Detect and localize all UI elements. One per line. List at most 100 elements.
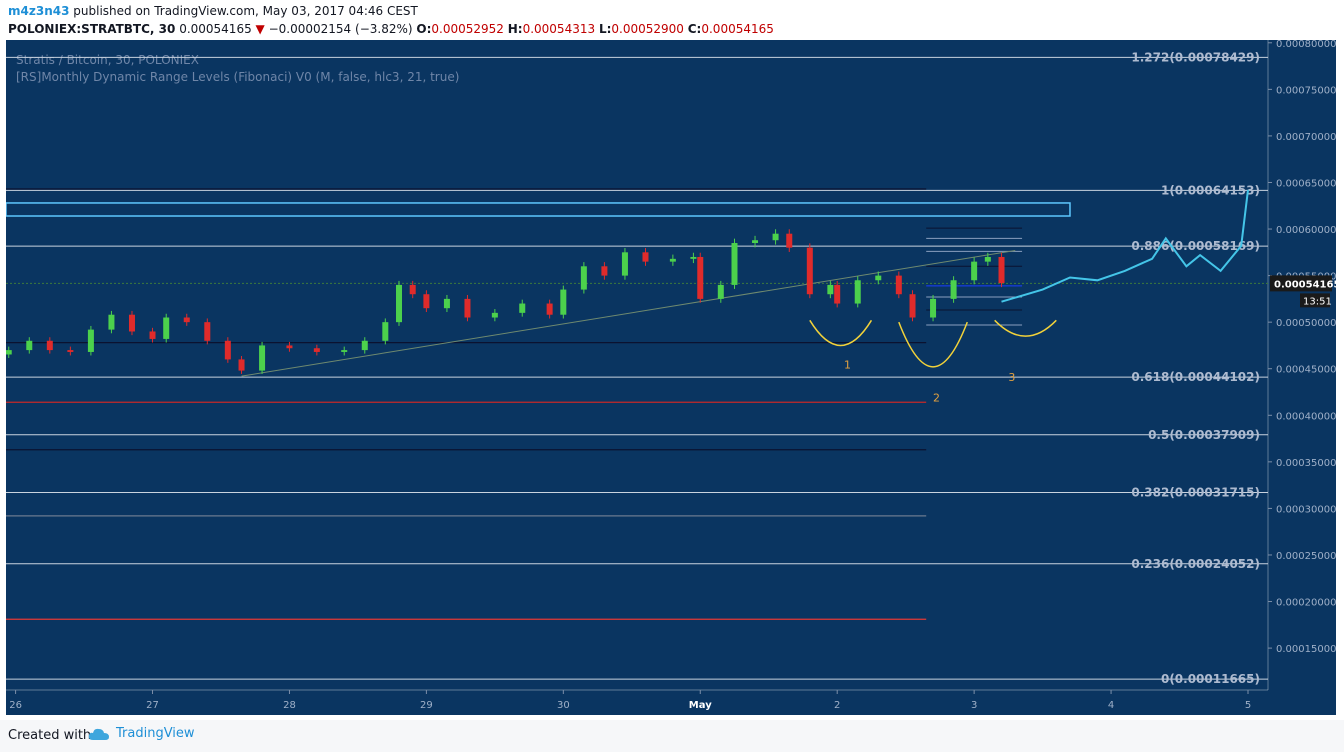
- candle-body: [930, 298, 937, 318]
- candle-body: [464, 298, 471, 318]
- candle-body: [259, 345, 266, 371]
- fib-level-label: 1.272(0.00078429): [1131, 50, 1260, 64]
- price-tick-label: 0.00070000: [1276, 132, 1336, 143]
- time-tick-label: 28: [283, 700, 296, 711]
- candle-body: [971, 261, 978, 281]
- candle-body: [443, 298, 450, 309]
- candle-body: [5, 350, 12, 355]
- time-tick-label: 4: [1108, 700, 1114, 711]
- pattern-annotation: 2: [933, 391, 940, 404]
- candle-body: [396, 284, 403, 323]
- open-value: 0.00052952: [431, 22, 504, 36]
- candle-body: [772, 233, 779, 241]
- candle-body: [224, 340, 231, 360]
- time-tick-label: 2: [834, 700, 840, 711]
- price-tick-label: 0.00025000: [1276, 551, 1336, 562]
- candle-body: [286, 345, 293, 349]
- candle-body: [642, 252, 649, 262]
- time-tick-label: May: [689, 700, 712, 711]
- chart-header: m4z3n43 published on TradingView.com, Ma…: [0, 0, 1344, 40]
- tradingview-brand[interactable]: TradingView: [88, 726, 195, 741]
- price-tick-label: 0.00015000: [1276, 644, 1336, 655]
- candle-body: [621, 252, 628, 276]
- price-tick-label: 0.00075000: [1276, 85, 1336, 96]
- time-tick-label: 29: [420, 700, 433, 711]
- candle-body: [519, 303, 526, 313]
- time-tick-label: 3: [971, 700, 977, 711]
- candle-body: [238, 359, 245, 371]
- price-chart[interactable]: Stratis / Bitcoin, 30, POLONIEX [RS]Mont…: [5, 39, 1340, 715]
- candle-body: [423, 294, 430, 309]
- low-value: 0.00052900: [611, 22, 684, 36]
- candle-body: [149, 331, 156, 339]
- price-tick-label: 0.00065000: [1276, 178, 1336, 189]
- price-tick-label: 0.00035000: [1276, 458, 1336, 469]
- price-tick-label: 0.00045000: [1276, 365, 1336, 376]
- candle-body: [341, 350, 348, 352]
- candle-body: [491, 312, 498, 318]
- chart-area[interactable]: Stratis / Bitcoin, 30, POLONIEX [RS]Mont…: [5, 39, 1340, 715]
- candle-body: [895, 275, 902, 295]
- candle-body: [46, 340, 53, 351]
- low-label: L:: [598, 22, 612, 36]
- candle-body: [806, 247, 813, 295]
- last-price: 0.00054165: [179, 22, 252, 36]
- price-tick-label: 0.00030000: [1276, 504, 1336, 515]
- fib-level-label: 0.382(0.00031715): [1131, 485, 1260, 499]
- high-value: 0.00054313: [522, 22, 596, 36]
- created-with-label: Created with: [8, 728, 92, 743]
- down-arrow-icon: ▼: [255, 22, 265, 36]
- fib-level-label: 0.5(0.00037909): [1148, 428, 1260, 442]
- publish-info: published on TradingView.com, May 03, 20…: [73, 4, 418, 18]
- candle-body: [998, 256, 1005, 284]
- candle-body: [560, 289, 567, 315]
- candle-body: [67, 350, 74, 352]
- candle-body: [409, 284, 416, 295]
- candle-body: [834, 284, 841, 304]
- candle-body: [786, 233, 793, 248]
- candle-body: [690, 256, 697, 259]
- candle-body: [875, 275, 882, 281]
- open-label: O:: [416, 22, 432, 36]
- candle-body: [183, 317, 190, 323]
- price-tick-label: 0.00050000: [1276, 318, 1336, 329]
- candle-body: [731, 243, 738, 285]
- candle-body: [752, 240, 759, 244]
- candle-body: [128, 314, 135, 332]
- candle-body: [854, 280, 861, 304]
- price-tick-label: 0.00040000: [1276, 411, 1336, 422]
- indicator-label: [RS]Monthly Dynamic Range Levels (Fibona…: [16, 70, 459, 84]
- candle-body: [601, 266, 608, 276]
- candle-body: [26, 340, 33, 351]
- candle-body: [163, 317, 170, 339]
- fib-level-label: 0.236(0.00024052): [1131, 557, 1260, 571]
- countdown-label: 13:51: [1303, 296, 1332, 307]
- time-tick-label: 27: [146, 700, 159, 711]
- pattern-annotation: 1: [844, 359, 851, 372]
- time-tick-label: 26: [9, 700, 22, 711]
- fib-level-label: 1(0.00064153): [1161, 183, 1260, 197]
- candle-body: [950, 280, 957, 299]
- candle-body: [697, 256, 704, 299]
- footer: Created with TradingView: [0, 720, 1344, 752]
- candle-body: [580, 266, 587, 290]
- pattern-annotation: 3: [1008, 371, 1015, 384]
- candle-body: [827, 284, 834, 295]
- price-tick-label: 0.00060000: [1276, 225, 1336, 236]
- candle-body: [313, 348, 320, 352]
- price-change: −0.00002154 (−3.82%): [268, 22, 413, 36]
- candle-body: [717, 284, 724, 299]
- brand-label: TradingView: [116, 726, 195, 741]
- candle-body: [204, 322, 211, 341]
- close-value: 0.00054165: [701, 22, 774, 36]
- cloud-icon: [88, 728, 109, 740]
- time-tick-label: 30: [557, 700, 570, 711]
- close-label: C:: [687, 22, 702, 36]
- candle-body: [546, 303, 553, 315]
- author-link[interactable]: m4z3n43: [8, 4, 69, 18]
- last-price-badge-label: 0.00054165: [1274, 279, 1336, 290]
- high-label: H:: [507, 22, 523, 36]
- candle-body: [361, 340, 368, 351]
- price-tick-label: 0.00080000: [1276, 40, 1336, 50]
- price-tick-label: 0.00020000: [1276, 598, 1336, 609]
